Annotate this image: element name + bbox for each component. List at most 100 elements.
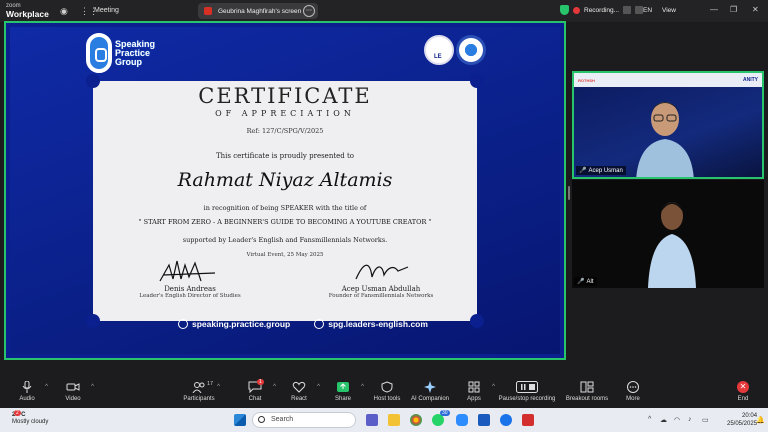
task-view-icon[interactable] xyxy=(366,414,378,426)
topic-title: " START FROM ZERO - A BEGINNER'S GUIDE T… xyxy=(138,218,432,226)
signer-2-role: Founder of Fansmillennials Networks xyxy=(328,293,434,299)
shield-icon xyxy=(560,5,569,15)
whatsapp-badge: 30 xyxy=(440,410,450,416)
participant-video-2-icon xyxy=(648,202,696,288)
mic-muted-icon: 🎤 xyxy=(579,168,587,174)
panel-resize-handle[interactable] xyxy=(568,186,570,200)
battery-icon[interactable]: ▭ xyxy=(702,416,709,424)
website-link: spg.leaders-english.com xyxy=(314,319,428,329)
participants-count: 17 xyxy=(207,381,214,387)
file-explorer-icon[interactable] xyxy=(388,414,400,426)
tile-banner: ROTHSH ANITY xyxy=(574,73,762,87)
breakout-rooms-icon xyxy=(580,381,594,393)
weather-badge: 2 xyxy=(14,410,21,416)
participants-icon xyxy=(192,382,205,393)
sparkle-icon xyxy=(424,381,436,393)
zoom-app-icon[interactable] xyxy=(456,414,468,426)
video-tile-alt[interactable]: 🎤 Alt xyxy=(572,180,764,288)
recording-label: Recording... xyxy=(584,6,620,14)
record-dot-icon xyxy=(573,6,580,14)
taskbar-clock[interactable]: 20:04 25/05/2025 xyxy=(727,412,757,428)
certificate-ref: Ref: 127/C/SPG/V/2025 xyxy=(246,127,324,135)
word-icon[interactable] xyxy=(478,414,490,426)
signer-1-role: Leader's English Director of Studies xyxy=(139,293,241,299)
brand-bottom: Workplace xyxy=(6,9,49,19)
video-button[interactable]: Video ^ xyxy=(46,381,100,402)
shared-screen: Speaking Practice Group LE CERTIFICATE O… xyxy=(4,21,566,360)
flag-icon xyxy=(204,7,212,15)
signer-2-name: Acep Usman Abdullah xyxy=(341,285,421,293)
participants-caret-icon[interactable]: ^ xyxy=(217,384,220,390)
more-button[interactable]: More xyxy=(606,381,660,402)
more-icon[interactable]: ⋯ xyxy=(303,5,315,17)
more-icon xyxy=(627,381,639,393)
participant-video-1-icon xyxy=(636,102,694,177)
slide: Speaking Practice Group LE CERTIFICATE O… xyxy=(10,27,560,354)
video-caret-icon[interactable]: ^ xyxy=(91,384,94,390)
recognition-text: in recognition of being SPEAKER with the… xyxy=(203,204,367,212)
pdf-reader-icon[interactable] xyxy=(522,414,534,426)
screen-share-label: Geubrina Maghfirah's screen xyxy=(218,7,302,15)
participant-name-tag: 🎤 Acep Usman xyxy=(576,166,626,175)
chat-badge: 1 xyxy=(257,379,264,385)
pause-stop-recording-button[interactable]: Pause/stop recording xyxy=(492,381,562,402)
video-tile-acep[interactable]: ROTHSH ANITY 🎤 Acep Usman xyxy=(572,71,764,179)
microphone-icon xyxy=(22,381,32,393)
globe-icon xyxy=(314,319,325,329)
language-button[interactable]: EN xyxy=(643,7,652,14)
view-button[interactable]: View xyxy=(662,7,676,14)
zoom-logo: zoom Workplace xyxy=(6,2,49,18)
certificate-links: speaking.practice.group spg.leaders-engl… xyxy=(178,319,428,329)
spg-logo-icon xyxy=(86,33,112,73)
participants-button[interactable]: 17 Participants ^ xyxy=(172,381,226,402)
signature-1-icon xyxy=(159,260,216,282)
certificate-subtitle: OF APPRECIATION xyxy=(215,109,355,118)
chrome-icon[interactable] xyxy=(410,414,422,426)
signer-1-name: Denis Andreas xyxy=(164,285,216,293)
mic-muted-icon: 🎤 xyxy=(577,279,585,285)
taskbar-search[interactable]: Search xyxy=(252,412,356,428)
minimize-icon[interactable]: — xyxy=(710,5,718,14)
certificate: CERTIFICATE OF APPRECIATION Ref: 127/C/S… xyxy=(86,74,484,328)
end-button[interactable]: ✕ End xyxy=(716,381,768,402)
maximize-icon[interactable]: ❐ xyxy=(730,5,737,14)
weather-desc: Mostly cloudy xyxy=(12,419,49,425)
title-bar: zoom Workplace ◉ ⋮⋮ Meeting Geubrina Mag… xyxy=(0,0,768,22)
apps-grid-icon xyxy=(468,381,480,393)
notifications-icon[interactable]: 🔔 xyxy=(756,416,765,424)
participant-name-tag: 🎤 Alt xyxy=(574,277,597,286)
onedrive-icon[interactable]: ☁ xyxy=(660,416,667,424)
start-button-icon[interactable] xyxy=(234,414,246,426)
stop-recording-icon[interactable] xyxy=(635,6,644,14)
instagram-icon xyxy=(178,319,188,329)
signature-block-2: Acep Usman Abdullah Founder of Fansmille… xyxy=(311,257,451,299)
participant-name: Alt xyxy=(586,278,594,285)
recording-indicator: Recording... xyxy=(560,5,644,15)
end-call-icon: ✕ xyxy=(737,381,749,393)
signature-block-1: Denis Andreas Leader's English Director … xyxy=(120,257,260,299)
volume-icon[interactable]: ♪ xyxy=(688,416,692,423)
instagram-link: speaking.practice.group xyxy=(178,319,290,329)
screen-share-pill[interactable]: Geubrina Maghfirah's screen ⋯ xyxy=(198,3,318,19)
logo-word-3: Group xyxy=(115,56,142,67)
pause-recording-icon[interactable] xyxy=(623,6,632,14)
browser-icon[interactable] xyxy=(500,414,512,426)
leaders-english-seal: LE xyxy=(424,35,454,65)
clock-date: 25/05/2025 xyxy=(727,421,758,427)
meeting-info-icon[interactable]: ◉ xyxy=(60,6,68,17)
shield-check-icon xyxy=(381,381,393,393)
pause-stop-icon xyxy=(516,381,538,393)
tray-chevron-icon[interactable]: ^ xyxy=(648,416,651,423)
speaking-practice-group-logo: Speaking Practice Group xyxy=(86,31,164,75)
participant-name: Acep Usman xyxy=(588,167,623,174)
meeting-label: Meeting xyxy=(94,7,119,14)
clock-time: 20:04 xyxy=(742,413,758,419)
wifi-icon[interactable]: ◠ xyxy=(674,416,680,424)
recipient-name: Rahmat Niyaz Altamis xyxy=(177,169,393,191)
heart-icon xyxy=(292,381,306,393)
windows-taskbar: 24°C Mostly cloudy 2 Search 30 ^ ☁ ◠ ♪ ▭… xyxy=(0,408,768,432)
close-icon[interactable]: ✕ xyxy=(752,5,759,14)
share-screen-icon xyxy=(337,382,349,392)
search-placeholder: Search xyxy=(271,416,294,423)
camera-icon xyxy=(66,383,80,391)
